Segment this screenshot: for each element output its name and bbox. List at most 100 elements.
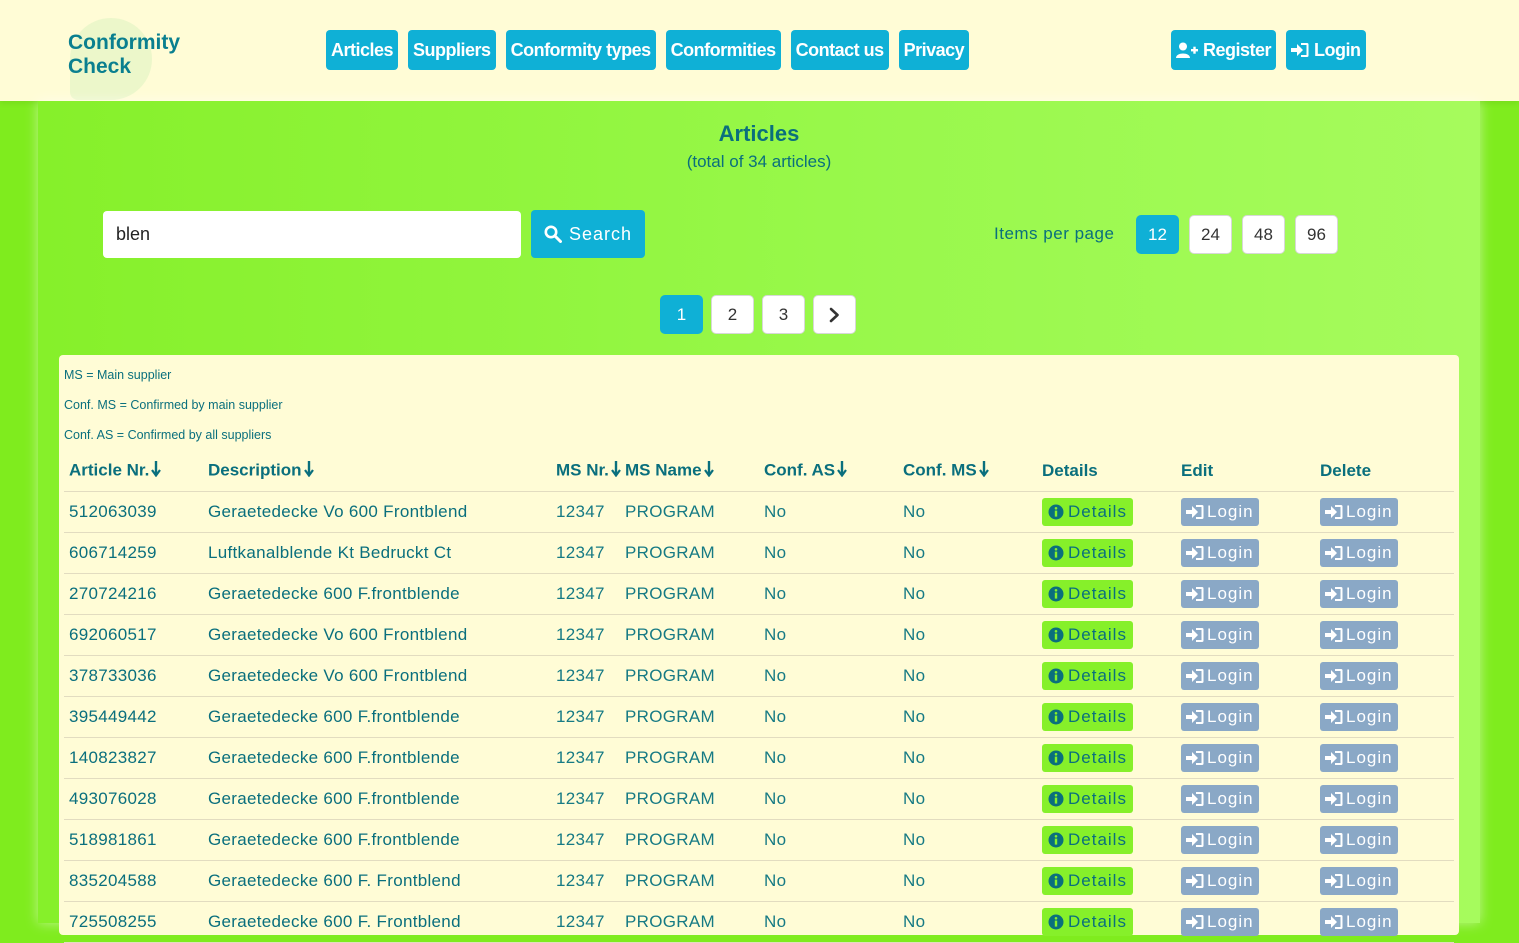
cell-description: Geraetedecke Vo 600 Frontblend <box>203 491 551 533</box>
page-3[interactable]: 3 <box>762 295 805 334</box>
cell-ms-nr: 12347 <box>551 778 620 820</box>
register-button[interactable]: Register <box>1171 30 1277 70</box>
details-button[interactable]: Details <box>1042 498 1133 526</box>
login-label: Login <box>1207 789 1254 808</box>
cell-details: Details <box>1037 860 1176 902</box>
details-button[interactable]: Details <box>1042 908 1133 936</box>
edit-login-button[interactable]: Login <box>1181 867 1259 895</box>
details-button[interactable]: Details <box>1042 744 1133 772</box>
details-button[interactable]: Details <box>1042 703 1133 731</box>
edit-login-button[interactable]: Login <box>1181 826 1259 854</box>
column-header[interactable]: MS Name <box>620 451 759 492</box>
search-button[interactable]: Search <box>531 210 645 258</box>
sort-arrow-icon[interactable] <box>837 460 848 482</box>
nav-conformity-types[interactable]: Conformity types <box>505 30 656 70</box>
items-per-page-24[interactable]: 24 <box>1189 215 1232 254</box>
cell-conf-as: No <box>759 573 898 615</box>
cell-ms-nr: 12347 <box>551 737 620 779</box>
column-header[interactable]: Description <box>203 451 551 492</box>
login-label: Login <box>1314 40 1361 60</box>
details-button[interactable]: Details <box>1042 826 1133 854</box>
items-per-page-48[interactable]: 48 <box>1242 215 1285 254</box>
search-button-label: Search <box>568 223 633 244</box>
column-header[interactable]: MS Nr. <box>551 451 621 492</box>
column-header-label: Delete <box>1320 461 1372 480</box>
login-label: Login <box>1207 830 1254 849</box>
login-button[interactable]: Login <box>1286 30 1366 70</box>
column-header[interactable]: Article Nr. <box>64 451 203 492</box>
edit-login-button[interactable]: Login <box>1181 662 1259 690</box>
delete-login-button[interactable]: Login <box>1320 908 1398 936</box>
login-label: Login <box>1346 584 1393 603</box>
sign-in-icon <box>1325 545 1343 561</box>
nav-contact-us[interactable]: Contact us <box>790 30 889 70</box>
edit-login-button[interactable]: Login <box>1181 498 1259 526</box>
sign-in-icon <box>1186 545 1204 561</box>
login-label: Login <box>1207 584 1254 603</box>
cell-description: Geraetedecke 600 F. Frontblend <box>203 901 551 943</box>
page-2[interactable]: 2 <box>711 295 754 334</box>
delete-login-button[interactable]: Login <box>1320 539 1398 567</box>
search-input[interactable] <box>103 211 521 258</box>
articles-panel: MS = Main supplier Conf. MS = Confirmed … <box>59 355 1459 943</box>
nav-suppliers[interactable]: Suppliers <box>408 30 496 70</box>
main-nav: Articles Suppliers Conformity types Conform… <box>326 30 979 70</box>
edit-login-button[interactable]: Login <box>1181 908 1259 936</box>
cell-delete: Login <box>1315 655 1454 697</box>
edit-login-button[interactable]: Login <box>1181 539 1259 567</box>
cell-ms-name: PROGRAM <box>620 901 759 943</box>
details-button[interactable]: Details <box>1042 785 1133 813</box>
cell-ms-name: PROGRAM <box>620 532 759 574</box>
delete-login-button[interactable]: Login <box>1320 867 1398 895</box>
sort-arrow-icon[interactable] <box>703 460 714 482</box>
column-header[interactable]: Conf. MS <box>898 451 1037 492</box>
sort-arrow-icon[interactable] <box>978 460 989 482</box>
cell-article: 725508255 <box>64 901 203 943</box>
cell-description: Geraetedecke 600 F.frontblende <box>203 737 551 779</box>
delete-login-button[interactable]: Login <box>1320 785 1398 813</box>
delete-login-button[interactable]: Login <box>1320 703 1398 731</box>
delete-login-button[interactable]: Login <box>1320 662 1398 690</box>
edit-login-button[interactable]: Login <box>1181 580 1259 608</box>
cell-article: 493076028 <box>64 778 203 820</box>
items-per-page-12[interactable]: 12 <box>1136 215 1179 254</box>
column-header: Details <box>1037 451 1176 492</box>
edit-login-button[interactable]: Login <box>1181 785 1259 813</box>
search-icon <box>544 225 562 243</box>
cell-conf-ms: No <box>898 696 1037 738</box>
page-title: Articles <box>718 121 800 146</box>
details-button[interactable]: Details <box>1042 662 1133 690</box>
main-content: Articles (total of 34 articles) Search I… <box>38 101 1480 943</box>
details-button[interactable]: Details <box>1042 621 1133 649</box>
delete-login-button[interactable]: Login <box>1320 498 1398 526</box>
logo[interactable]: Conformity Check <box>68 31 180 79</box>
info-circle-icon <box>1048 545 1064 561</box>
cell-conf-as: No <box>759 819 898 861</box>
delete-login-button[interactable]: Login <box>1320 744 1398 772</box>
sign-in-icon <box>1325 504 1343 520</box>
edit-login-button[interactable]: Login <box>1181 703 1259 731</box>
cell-description: Geraetedecke 600 F.frontblende <box>203 778 551 820</box>
cell-edit: Login <box>1176 655 1315 697</box>
delete-login-button[interactable]: Login <box>1320 621 1398 649</box>
edit-login-button[interactable]: Login <box>1181 744 1259 772</box>
sort-arrow-icon[interactable] <box>151 460 162 482</box>
edit-login-button[interactable]: Login <box>1181 621 1259 649</box>
nav-privacy[interactable]: Privacy <box>898 30 970 70</box>
cell-delete: Login <box>1315 532 1454 574</box>
details-button[interactable]: Details <box>1042 867 1133 895</box>
column-header[interactable]: Conf. AS <box>759 451 898 492</box>
items-per-page-96[interactable]: 96 <box>1295 215 1338 254</box>
cell-conf-as: No <box>759 614 898 656</box>
nav-conformities[interactable]: Conformities <box>665 30 781 70</box>
cell-article: 692060517 <box>64 614 203 656</box>
details-button[interactable]: Details <box>1042 539 1133 567</box>
page-1[interactable]: 1 <box>660 295 703 334</box>
next-page-button[interactable] <box>813 295 856 334</box>
details-button[interactable]: Details <box>1042 580 1133 608</box>
sort-arrow-icon[interactable] <box>611 460 621 482</box>
delete-login-button[interactable]: Login <box>1320 826 1398 854</box>
nav-articles[interactable]: Articles <box>326 30 399 70</box>
sort-arrow-icon[interactable] <box>303 460 314 482</box>
delete-login-button[interactable]: Login <box>1320 580 1398 608</box>
